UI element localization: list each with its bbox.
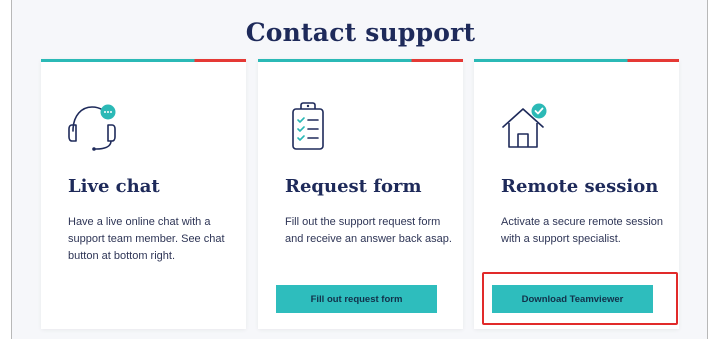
house-check-icon xyxy=(502,103,547,148)
request-form-card: Request form Fill out the support reques… xyxy=(258,59,463,329)
card-title: Live chat xyxy=(68,176,160,197)
card-description: Have a live online chat with a support t… xyxy=(68,216,225,262)
highlight-annotation xyxy=(482,272,678,325)
card-description: Fill out the support request form and re… xyxy=(285,216,452,245)
card-accent-bar xyxy=(474,59,679,62)
clipboard-checklist-icon xyxy=(292,102,324,150)
card-accent-bar xyxy=(41,59,246,62)
live-chat-card: Live chat Have a live online chat with a… xyxy=(41,59,246,329)
headset-chat-icon xyxy=(68,104,116,151)
card-title: Remote session xyxy=(501,176,659,197)
fill-out-request-form-button[interactable]: Fill out request form xyxy=(276,285,437,313)
card-title: Request form xyxy=(285,176,422,197)
card-description: Activate a secure remote session with a … xyxy=(501,216,664,245)
card-accent-bar xyxy=(258,59,463,62)
page-title: Contact support xyxy=(245,18,476,47)
